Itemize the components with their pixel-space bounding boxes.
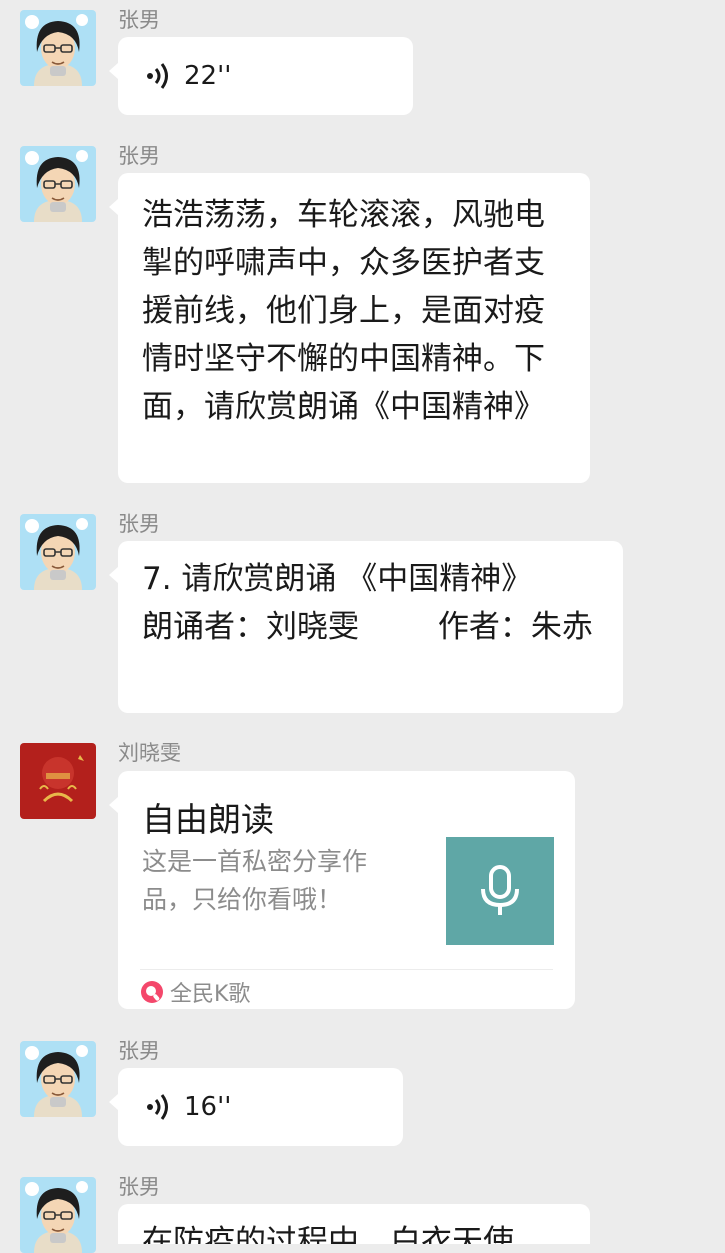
avatar[interactable] — [20, 1041, 96, 1117]
voice-duration: 16'' — [184, 1092, 232, 1122]
kge-logo-icon — [141, 981, 163, 1003]
sender-name: 刘晓雯 — [118, 741, 181, 765]
sender-name: 张男 — [118, 1175, 160, 1199]
microphone-icon — [481, 865, 519, 915]
voice-duration: 22'' — [184, 61, 232, 91]
share-source-label: 全民K歌 — [170, 982, 251, 1007]
avatar[interactable] — [20, 146, 96, 222]
avatar[interactable] — [20, 1177, 96, 1253]
divider — [140, 969, 553, 970]
sender-name: 张男 — [118, 512, 160, 536]
sender-name: 张男 — [118, 1039, 160, 1063]
sender-name: 张男 — [118, 8, 160, 32]
share-title: 自由朗读 — [142, 800, 274, 839]
text-bubble[interactable]: 浩浩荡荡，车轮滚滚，风驰电掣的呼啸声中，众多医护者支援前线，他们身上，是面对疫情… — [109, 173, 590, 483]
voice-bubble[interactable]: 22'' — [109, 37, 413, 115]
voice-icon — [147, 1094, 168, 1120]
text-bubble[interactable]: 7. 请欣赏朗诵 《中国精神》 朗诵者：刘晓雯 作者：朱赤 — [109, 541, 623, 713]
share-description: 这是一首私密分享作品，只给你看哦！ — [142, 847, 368, 914]
message-text-content: 浩浩荡荡，车轮滚滚，风驰电掣的呼啸声中，众多医护者支援前线，他们身上，是面对疫情… — [142, 197, 545, 425]
avatar[interactable] — [20, 743, 96, 819]
avatar[interactable] — [20, 10, 96, 86]
message-text-content: 在防疫的过程中，白衣天使 — [142, 1224, 514, 1244]
message-text-content: 7. 请欣赏朗诵 《中国精神》 朗诵者：刘晓雯 作者：朱赤 — [142, 561, 593, 645]
text-bubble[interactable]: 在防疫的过程中，白衣天使 — [118, 1204, 590, 1244]
voice-bubble[interactable]: 16'' — [109, 1068, 403, 1146]
avatar[interactable] — [20, 514, 96, 590]
sender-name: 张男 — [118, 144, 160, 168]
share-source: 全民K歌 — [140, 975, 250, 1009]
share-thumbnail — [446, 837, 554, 945]
voice-icon — [147, 63, 168, 89]
share-card[interactable]: 自由朗读 这是一首私密分享作品，只给你看哦！ 全民K歌 — [109, 771, 575, 1009]
